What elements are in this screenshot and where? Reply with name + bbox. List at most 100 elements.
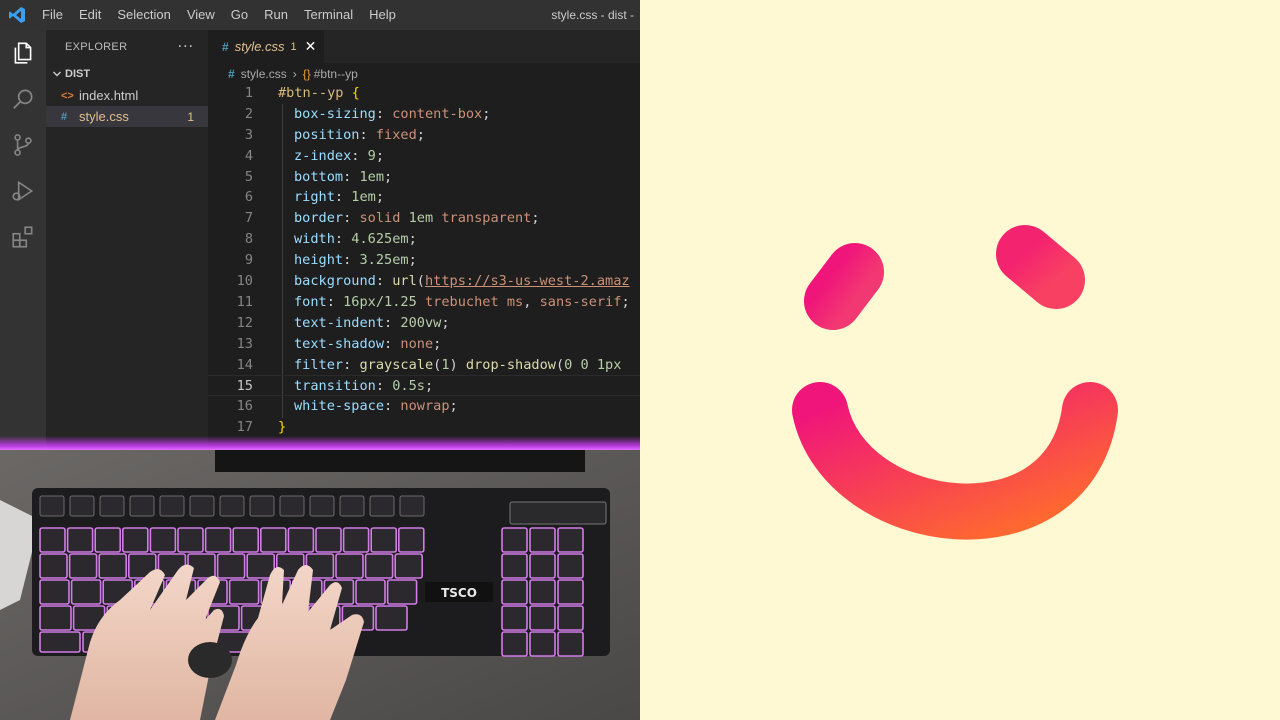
keyboard-key bbox=[529, 631, 556, 657]
code-punct: : bbox=[326, 293, 344, 310]
activity-bar bbox=[0, 30, 46, 450]
code-line[interactable]: 4 z-index: 9; bbox=[208, 146, 640, 167]
code-line[interactable]: 9 height: 3.25em; bbox=[208, 250, 640, 271]
menu-view[interactable]: View bbox=[179, 0, 223, 30]
source-control-icon[interactable] bbox=[0, 122, 46, 168]
title-bar: File Edit Selection View Go Run Terminal… bbox=[0, 0, 640, 30]
code-brace: } bbox=[278, 419, 287, 436]
extensions-icon[interactable] bbox=[0, 214, 46, 260]
folder-dist[interactable]: DIST bbox=[46, 63, 208, 85]
code-line[interactable]: 1 #btn--yp { bbox=[208, 83, 640, 104]
keyboard-photo: TSCO bbox=[0, 450, 640, 720]
brand-text: TSCO bbox=[441, 586, 477, 600]
keyboard-key bbox=[501, 605, 528, 631]
close-icon[interactable]: ✕ bbox=[305, 38, 317, 55]
code-line[interactable]: 7 border: solid 1em transparent; bbox=[208, 208, 640, 229]
file-index-html[interactable]: <> index.html bbox=[46, 85, 208, 106]
code-punct: : bbox=[384, 398, 401, 415]
line-content: border: solid 1em transparent; bbox=[294, 208, 540, 229]
keyboard-key bbox=[94, 527, 121, 553]
keyboard-key bbox=[364, 553, 394, 579]
menu-selection[interactable]: Selection bbox=[109, 0, 178, 30]
line-number: 6 bbox=[244, 189, 253, 206]
vscode-logo-icon bbox=[0, 0, 34, 30]
code-line[interactable]: 14 filter: grayscale(1) drop-shadow(0 0 1… bbox=[208, 355, 640, 376]
file-name: index.html bbox=[79, 88, 139, 103]
line-number: 2 bbox=[244, 105, 253, 122]
code-punct: ; bbox=[424, 378, 434, 395]
menu-edit[interactable]: Edit bbox=[71, 0, 109, 30]
menu-file[interactable]: File bbox=[34, 0, 71, 30]
run-debug-icon[interactable] bbox=[0, 168, 46, 214]
code-line[interactable]: 15 transition: 0.5s; bbox=[208, 375, 640, 397]
explorer-title: EXPLORER bbox=[65, 40, 128, 53]
line-content: transition: 0.5s; bbox=[294, 376, 433, 397]
code-punct: ; bbox=[384, 168, 393, 185]
code-punct: : bbox=[343, 356, 360, 373]
tab-label: style.css bbox=[234, 39, 285, 54]
code-line[interactable]: 3 position: fixed; bbox=[208, 125, 640, 146]
code-value: content-box bbox=[392, 105, 483, 122]
code-function: url bbox=[392, 273, 417, 290]
search-icon[interactable] bbox=[0, 76, 46, 122]
code-line[interactable]: 13 text-shadow: none; bbox=[208, 334, 640, 355]
keyboard-key bbox=[159, 495, 185, 517]
code-punct: ; bbox=[433, 335, 442, 352]
code-number: 9 bbox=[367, 147, 376, 164]
keyboard-key bbox=[557, 631, 584, 657]
keyboard-key bbox=[149, 527, 177, 553]
files-icon[interactable] bbox=[0, 30, 46, 76]
code-line[interactable]: 12 text-indent: 200vw; bbox=[208, 313, 640, 334]
keyboard-key bbox=[216, 553, 246, 579]
menu-run[interactable]: Run bbox=[256, 0, 296, 30]
breadcrumb-file[interactable]: style.css bbox=[241, 67, 287, 81]
code-line[interactable]: 8 width: 4.625em; bbox=[208, 229, 640, 250]
keyboard-key bbox=[339, 495, 365, 517]
keyboard-key bbox=[39, 527, 66, 553]
menu-help[interactable]: Help bbox=[361, 0, 404, 30]
line-content: font: 16px/1.25 trebuchet ms, sans-serif… bbox=[294, 292, 630, 313]
code-line[interactable]: 6 right: 1em; bbox=[208, 187, 640, 208]
code-line[interactable]: 11 font: 16px/1.25 trebuchet ms, sans-ser… bbox=[208, 292, 640, 313]
chevron-down-icon bbox=[50, 67, 64, 81]
menu-terminal[interactable]: Terminal bbox=[296, 0, 361, 30]
explorer-header: EXPLORER ··· bbox=[46, 30, 208, 63]
more-actions-icon[interactable]: ··· bbox=[178, 39, 194, 55]
code-punct: ; bbox=[531, 210, 540, 227]
code-line[interactable]: 2 box-sizing: content-box; bbox=[208, 104, 640, 125]
keyboard-key bbox=[397, 527, 425, 553]
keyboard-key bbox=[69, 495, 95, 517]
line-content: width: 4.625em; bbox=[294, 229, 417, 250]
file-style-css[interactable]: # style.css 1 bbox=[46, 106, 208, 127]
keyboard-key bbox=[557, 605, 584, 631]
code-number: 4.625em bbox=[351, 231, 409, 248]
code-punct: : bbox=[384, 314, 401, 331]
code-punct: ( bbox=[416, 273, 425, 290]
keyboard-key bbox=[529, 579, 556, 605]
code-property: z-index bbox=[294, 147, 352, 164]
code-line[interactable]: 17} bbox=[208, 417, 640, 438]
keyboard-key bbox=[375, 605, 408, 631]
code-editor[interactable]: 1 #btn--yp {2 box-sizing: content-box; 3 pos… bbox=[208, 83, 640, 438]
line-number: 16 bbox=[236, 398, 253, 415]
code-line[interactable]: 5 bottom: 1em; bbox=[208, 167, 640, 188]
code-number: 1em bbox=[408, 210, 434, 227]
code-punct bbox=[531, 294, 539, 310]
keyboard-key bbox=[99, 495, 125, 517]
menu-go[interactable]: Go bbox=[223, 0, 256, 30]
line-number: 14 bbox=[236, 356, 253, 373]
code-line[interactable]: 10 background: url(https://s3-us-west-2.a… bbox=[208, 271, 640, 292]
line-content: text-indent: 200vw; bbox=[294, 313, 450, 334]
code-punct: ; bbox=[621, 293, 630, 310]
css-file-icon: # bbox=[61, 110, 68, 123]
code-property: bottom bbox=[294, 168, 344, 185]
line-number: 1 bbox=[244, 85, 253, 101]
code-property: height bbox=[294, 252, 344, 269]
code-property: width bbox=[294, 231, 335, 248]
tab-style-css[interactable]: # style.css 1 ✕ bbox=[208, 30, 325, 63]
code-punct bbox=[400, 210, 408, 226]
code-line[interactable]: 16 white-space: nowrap; bbox=[208, 396, 640, 417]
line-content: text-shadow: none; bbox=[294, 334, 441, 355]
keyboard-key bbox=[122, 527, 149, 553]
breadcrumb-symbol[interactable]: #btn--yp bbox=[314, 67, 358, 81]
